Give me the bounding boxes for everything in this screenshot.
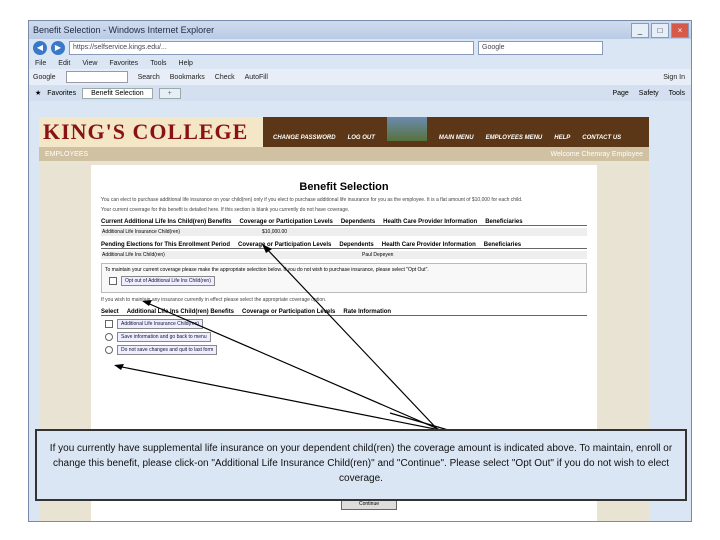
- opt-out-note: To maintain your current coverage please…: [105, 267, 429, 273]
- option-row-1: Additional Life Insurance Child(ren): [105, 319, 593, 329]
- nav-employees-menu[interactable]: EMPLOYEES MENU: [486, 135, 543, 141]
- additional-life-option[interactable]: Additional Life Insurance Child(ren): [117, 319, 204, 329]
- nav-main-menu[interactable]: MAIN MENU: [439, 135, 474, 141]
- signin-link[interactable]: Sign In: [663, 74, 691, 81]
- option-row-2: Save information and go back to menu: [105, 332, 593, 342]
- nav-help[interactable]: HELP: [554, 135, 570, 141]
- quit-option[interactable]: Do not save changes and quit to last for…: [117, 345, 218, 355]
- select-header: Select Additional Life Ins Child(ren) Be…: [101, 309, 587, 316]
- option-row-3: Do not save changes and quit to last for…: [105, 345, 593, 355]
- menu-view[interactable]: View: [82, 60, 97, 67]
- quit-radio[interactable]: [105, 346, 113, 354]
- menu-edit[interactable]: Edit: [58, 60, 70, 67]
- menu-file[interactable]: File: [35, 60, 46, 67]
- current-note: Your current coverage for this benefit i…: [101, 207, 350, 213]
- page-title: Benefit Selection: [299, 181, 389, 193]
- nav-log-out[interactable]: LOG OUT: [348, 135, 375, 141]
- command-bar: Page Safety Tools: [612, 90, 691, 97]
- col-beneficiaries: Beneficiaries: [485, 219, 523, 225]
- menu-bar: File Edit View Favorites Tools Help: [29, 57, 691, 69]
- bookmarks-button[interactable]: Bookmarks: [170, 74, 205, 81]
- save-option[interactable]: Save information and go back to menu: [117, 332, 211, 342]
- current-coverage-row: Additional Life Insurance Child(ren) $10…: [101, 228, 587, 236]
- save-radio[interactable]: [105, 333, 113, 341]
- col-coverage-levels: Coverage or Participation Levels: [239, 219, 333, 225]
- menu-help[interactable]: Help: [179, 60, 193, 67]
- safety-menu[interactable]: Safety: [639, 90, 659, 97]
- minimize-button[interactable]: _: [631, 22, 649, 38]
- opt-out-label[interactable]: Opt out of Additional Life Ins Child(ren…: [121, 276, 215, 286]
- col-select: Select: [101, 309, 119, 315]
- col-provider: Health Care Provider Information: [383, 219, 478, 225]
- current-coverage-amount: $10,000.00: [262, 229, 288, 235]
- title-bar: Benefit Selection - Windows Internet Exp…: [29, 21, 691, 39]
- tab-row: ★ Favorites Benefit Selection + Page Saf…: [29, 85, 691, 101]
- col-pending-beneficiaries: Beneficiaries: [483, 242, 522, 248]
- col-pending-elections: Pending Elections for This Enrollment Pe…: [101, 242, 231, 248]
- back-icon[interactable]: ◀: [33, 41, 47, 55]
- favorites-label[interactable]: Favorites: [47, 90, 76, 97]
- instruction-callout: If you currently have supplemental life …: [35, 429, 687, 501]
- favorites-star-icon[interactable]: ★: [35, 89, 41, 97]
- menu-tools[interactable]: Tools: [150, 60, 166, 67]
- col-dependents: Dependents: [340, 219, 376, 225]
- col-benefit-options: Additional Life Ins Child(ren) Benefits: [126, 309, 235, 315]
- maximize-button[interactable]: □: [651, 22, 669, 38]
- section-title: EMPLOYEES: [45, 150, 89, 158]
- col-pending-levels: Coverage or Participation Levels: [238, 242, 332, 248]
- pending-row: Additional Life Ins Child(ren) Paul Depe…: [101, 251, 587, 259]
- nav-change-password[interactable]: CHANGE PASSWORD: [273, 135, 336, 141]
- check-button[interactable]: Check: [215, 74, 235, 81]
- page-menu[interactable]: Page: [612, 90, 628, 97]
- forward-icon[interactable]: ▶: [51, 41, 65, 55]
- close-button[interactable]: ×: [671, 22, 689, 38]
- col-rate-info: Rate Information: [343, 309, 392, 315]
- address-row: ◀ ▶ https://selfservice.kings.edu/... Go…: [29, 39, 691, 57]
- google-toolbar: Google Search Bookmarks Check AutoFill S…: [29, 69, 691, 85]
- welcome-text: Welcome Chemray Employee: [550, 150, 643, 158]
- additional-life-checkbox[interactable]: [105, 320, 113, 328]
- current-coverage-header: Current Additional Life Ins Child(ren) B…: [101, 219, 587, 226]
- section-bar: EMPLOYEES Welcome Chemray Employee: [39, 147, 649, 161]
- pending-dependent: Paul Depeyen: [362, 252, 394, 258]
- college-logo: KING'S COLLEGE: [39, 117, 263, 147]
- col-pending-dependents: Dependents: [339, 242, 374, 248]
- col-current-benefits: Current Additional Life Ins Child(ren) B…: [101, 219, 232, 225]
- pending-benefit-name: Additional Life Ins Child(ren): [102, 252, 165, 258]
- current-benefit-name: Additional Life Insurance Child(ren): [102, 229, 181, 235]
- logo-text: KING'S COLLEGE: [43, 119, 249, 144]
- intro-text: You can elect to purchase additional lif…: [101, 197, 523, 203]
- google-search-input[interactable]: [65, 71, 128, 83]
- campus-photo: [386, 117, 427, 141]
- maintain-note: If you wish to maintain any insurance cu…: [101, 297, 327, 303]
- search-input[interactable]: Google: [478, 41, 603, 55]
- site-nav: CHANGE PASSWORD LOG OUT MAIN MENU EMPLOY…: [263, 117, 649, 147]
- site-header: KING'S COLLEGE CHANGE PASSWORD LOG OUT M…: [39, 117, 649, 147]
- pending-header: Pending Elections for This Enrollment Pe…: [101, 242, 587, 249]
- nav-contact-us[interactable]: CONTACT US: [582, 135, 621, 141]
- menu-favorites[interactable]: Favorites: [109, 60, 138, 67]
- google-search-button[interactable]: Search: [138, 74, 160, 81]
- col-option-levels: Coverage or Participation Levels: [242, 309, 336, 315]
- opt-out-box: To maintain your current coverage please…: [101, 263, 587, 293]
- opt-out-checkbox[interactable]: [109, 277, 117, 285]
- opt-out-row: Opt out of Additional Life Ins Child(ren…: [109, 276, 579, 286]
- tab-benefit-selection[interactable]: Benefit Selection: [82, 87, 153, 99]
- col-pending-provider: Health Care Provider Information: [381, 242, 476, 248]
- window-title: Benefit Selection - Windows Internet Exp…: [33, 25, 215, 35]
- autofill-button[interactable]: AutoFill: [245, 74, 268, 81]
- google-logo: Google: [33, 73, 56, 81]
- tools-menu[interactable]: Tools: [669, 90, 685, 97]
- address-bar[interactable]: https://selfservice.kings.edu/...: [69, 41, 474, 55]
- new-tab-button[interactable]: +: [158, 87, 181, 99]
